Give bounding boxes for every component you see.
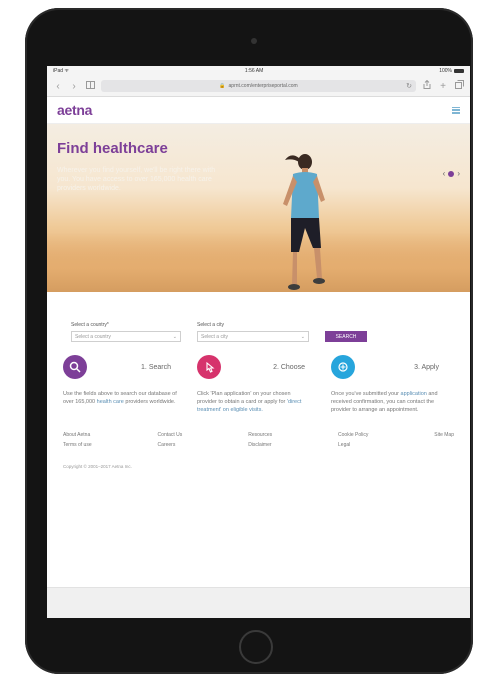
runner-figure <box>283 154 325 290</box>
status-battery-text: 100% <box>439 68 452 74</box>
back-button[interactable]: ‹ <box>53 81 63 92</box>
status-bar: iPad ᯤ 1:56 AM 100% <box>47 66 470 76</box>
footer-col: Contact Us Careers <box>158 432 183 448</box>
step-body: Once you've submitted your application a… <box>331 390 445 414</box>
tabs-icon[interactable] <box>454 80 464 92</box>
step-title: 1. Search <box>141 363 171 371</box>
touch-icon <box>331 355 355 379</box>
browser-toolbar: ‹ › 🔒 aprnt.com/enterpriseportal.com ↻ + <box>47 76 470 97</box>
country-select-value: Select a country <box>75 333 111 340</box>
hero-banner: Find healthcare Wherever you find yourse… <box>47 124 470 292</box>
lock-icon: 🔒 <box>219 83 226 89</box>
new-tab-icon[interactable]: + <box>438 81 448 92</box>
search-button[interactable]: SEARCH <box>325 331 367 342</box>
copyright: Copyright © 2001–2017 Aetna Inc. <box>63 464 132 469</box>
step-apply: 3. Apply Once you've submitted your appl… <box>331 354 445 414</box>
chevron-down-icon: ⌄ <box>300 333 305 340</box>
country-select[interactable]: Select a country ⌄ <box>71 331 181 342</box>
menu-icon[interactable] <box>452 106 460 114</box>
site-header: aetna <box>47 97 470 124</box>
step-search: 1. Search Use the fields above to search… <box>63 354 177 414</box>
footer-link-resources[interactable]: Resources <box>248 432 272 438</box>
footer-link-contact[interactable]: Contact Us <box>158 432 183 438</box>
address-bar[interactable]: 🔒 aprnt.com/enterpriseportal.com ↻ <box>101 80 416 92</box>
footer-link-terms[interactable]: Terms of use <box>63 442 92 448</box>
country-label: Select a country* <box>71 322 109 328</box>
step-text-2: providers worldwide. <box>125 399 176 405</box>
footer-links: About Aetna Terms of use Contact Us Care… <box>63 432 454 448</box>
bookmarks-icon[interactable] <box>85 80 95 92</box>
footer-link-sitemap[interactable]: Site Map <box>434 432 454 438</box>
search-icon <box>63 355 87 379</box>
step-head: 3. Apply <box>331 354 445 380</box>
step-head: 1. Search <box>63 354 177 380</box>
forward-button[interactable]: › <box>69 81 79 92</box>
carousel-dot[interactable] <box>448 170 455 177</box>
status-carrier: iPad ᯤ <box>53 68 69 74</box>
footer-link-legal[interactable]: Legal <box>338 442 368 448</box>
steps-section: 1. Search Use the fields above to search… <box>47 342 470 414</box>
search-form: Select a country* Select a country ⌄ Sel… <box>47 292 470 342</box>
step-text: Click 'Plan application' on your chosen … <box>197 391 291 405</box>
step-link[interactable]: health care <box>97 399 124 405</box>
step-choose: 2. Choose Click 'Plan application' on yo… <box>197 354 311 414</box>
footer-link-cookie[interactable]: Cookie Policy <box>338 432 368 438</box>
footer-col: Cookie Policy Legal <box>338 432 368 448</box>
reload-button[interactable]: ↻ <box>406 82 412 90</box>
hero-title: Find healthcare <box>57 140 168 157</box>
home-button[interactable] <box>239 630 273 664</box>
footer-link-disclaimer[interactable]: Disclaimer <box>248 442 272 448</box>
browser-bottom-bar <box>47 587 470 618</box>
url-text: aprnt.com/enterpriseportal.com <box>228 83 298 89</box>
battery-icon <box>454 69 464 73</box>
site-footer: About Aetna Terms of use Contact Us Care… <box>47 414 470 469</box>
step-link[interactable]: application <box>401 391 427 397</box>
footer-link-careers[interactable]: Careers <box>158 442 183 448</box>
step-text: Once you've submitted your <box>331 391 400 397</box>
click-icon <box>197 355 221 379</box>
hero-dune <box>47 232 470 292</box>
step-title: 3. Apply <box>414 363 439 371</box>
footer-link-about[interactable]: About Aetna <box>63 432 92 438</box>
footer-col: Resources Disclaimer <box>248 432 272 448</box>
country-group: Select a country* Select a country ⌄ <box>71 322 181 342</box>
screen: iPad ᯤ 1:56 AM 100% ‹ › 🔒 aprnt.com/ente… <box>47 66 470 618</box>
carousel-next-icon[interactable]: › <box>457 169 460 178</box>
city-label: Select a city <box>197 322 224 328</box>
footer-col: Site Map <box>434 432 454 448</box>
city-select-value: Select a city <box>201 333 228 340</box>
step-body: Click 'Plan application' on your chosen … <box>197 390 311 414</box>
share-icon[interactable] <box>422 79 432 92</box>
carousel-prev-icon[interactable]: ‹ <box>443 169 446 178</box>
city-group: Select a city Select a city ⌄ <box>197 322 309 342</box>
status-time: 1:56 AM <box>244 68 264 74</box>
chevron-down-icon: ⌄ <box>172 333 177 340</box>
step-head: 2. Choose <box>197 354 311 380</box>
carousel-controls: ‹ › <box>443 169 460 178</box>
status-battery-group: 100% <box>439 68 464 74</box>
step-title: 2. Choose <box>273 363 305 371</box>
aetna-logo[interactable]: aetna <box>57 102 92 118</box>
step-body: Use the fields above to search our datab… <box>63 390 177 406</box>
footer-col: About Aetna Terms of use <box>63 432 92 448</box>
hero-text: Wherever you find yourself, we'll be rig… <box>57 167 216 192</box>
camera <box>251 38 257 44</box>
city-select[interactable]: Select a city ⌄ <box>197 331 309 342</box>
